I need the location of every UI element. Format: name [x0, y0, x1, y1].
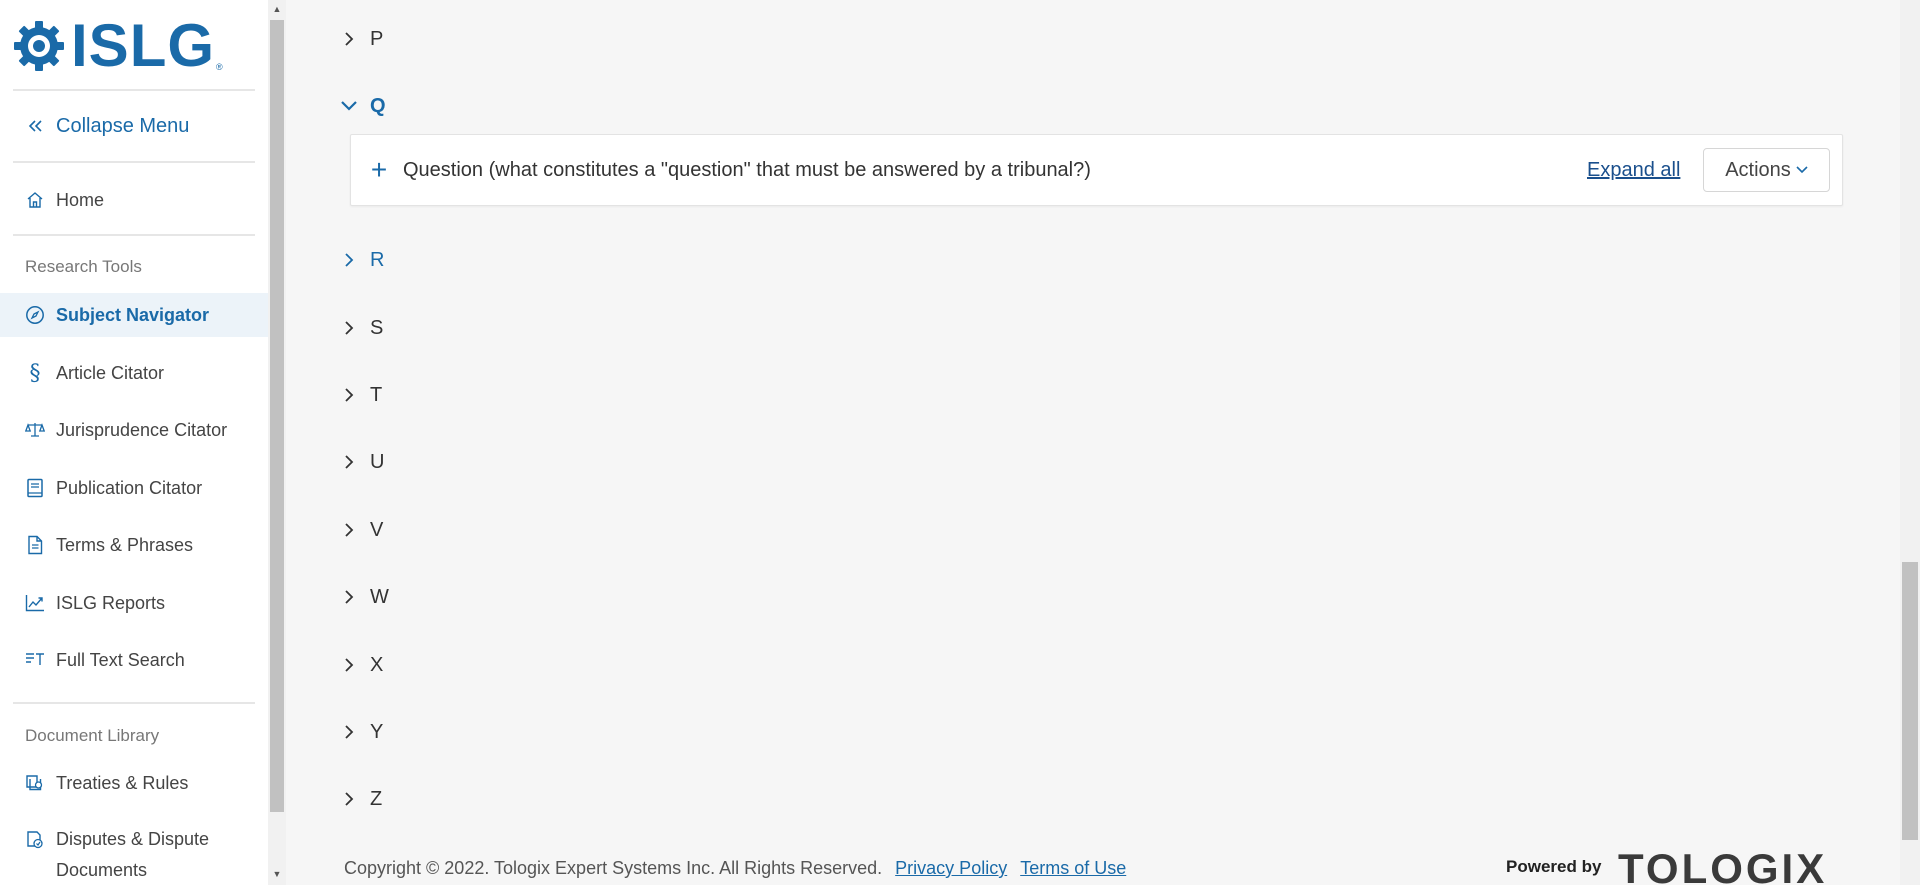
chevron-right-icon: [340, 251, 358, 269]
letter-row-w[interactable]: W: [340, 582, 389, 612]
footer: Copyright © 2022. Tologix Expert Systems…: [344, 858, 1126, 879]
tologix-logo[interactable]: TOLOGIX: [1618, 848, 1827, 885]
sidebar-item-terms-phrases[interactable]: Terms & Phrases: [0, 523, 268, 567]
letter-label: S: [370, 316, 384, 339]
sidebar-item-label: Article Citator: [56, 362, 165, 383]
letter-row-u[interactable]: U: [340, 447, 384, 477]
disputes-label-line-2: Documents: [56, 860, 148, 880]
brand-reg-mark: ®: [216, 62, 223, 72]
actions-label: Actions: [1725, 158, 1791, 181]
compass-icon: [25, 305, 45, 325]
scales-icon: [25, 420, 45, 440]
chevron-right-icon: [340, 30, 358, 48]
double-chevron-left-icon: [25, 116, 45, 136]
letter-label: X: [370, 653, 384, 676]
terms-of-use-link[interactable]: Terms of Use: [1020, 858, 1126, 879]
chevron-right-icon: [340, 386, 358, 404]
home-icon: [25, 190, 45, 210]
sidebar-scrollbar[interactable]: ▲ ▼: [268, 0, 286, 885]
tologix-wordmark: TOLOGIX: [1618, 845, 1828, 885]
letter-label: Q: [370, 94, 386, 117]
letter-row-t[interactable]: T: [340, 380, 382, 410]
divider: [13, 234, 255, 236]
letter-label: V: [370, 518, 384, 541]
powered-by-label: Powered by: [1506, 857, 1602, 876]
sidebar-item-label: Publication Citator: [56, 477, 203, 498]
actions-dropdown-button[interactable]: Actions: [1703, 148, 1830, 192]
letter-row-q[interactable]: Q: [340, 91, 386, 121]
letter-row-y[interactable]: Y: [340, 717, 383, 747]
chart-line-icon: [25, 593, 45, 613]
letter-label: P: [370, 27, 384, 50]
expand-all-link[interactable]: Expand all: [1587, 159, 1680, 182]
disputes-icon: [25, 830, 45, 850]
sidebar-scroll-thumb[interactable]: [270, 20, 284, 812]
chevron-down-icon: [1796, 166, 1808, 174]
sidebar-item-publication-citator[interactable]: Publication Citator: [0, 466, 268, 510]
letter-label: U: [370, 450, 385, 473]
letter-row-s[interactable]: S: [340, 313, 383, 343]
page-scroll-thumb[interactable]: [1902, 562, 1918, 840]
chevron-right-icon: [340, 723, 358, 741]
document-library-heading: Document Library: [25, 726, 160, 745]
chevron-right-icon: [340, 319, 358, 337]
chevron-right-icon: [340, 588, 358, 606]
scroll-down-arrow-icon[interactable]: ▼: [268, 869, 286, 879]
page-scrollbar[interactable]: [1900, 0, 1920, 885]
sidebar-item-label: Home: [56, 189, 105, 210]
sidebar-item-label: ISLG Reports: [56, 592, 166, 613]
gear-logo-icon: [14, 21, 64, 71]
sidebar-item-label: Full Text Search: [56, 649, 185, 670]
chevron-right-icon: [340, 790, 358, 808]
q-entry-card: + Question (what constitutes a "question…: [350, 134, 1843, 206]
sidebar-item-full-text-search[interactable]: Full Text Search: [0, 638, 268, 682]
q-entry-text[interactable]: Question (what constitutes a "question" …: [403, 159, 1091, 182]
letter-label: R: [370, 248, 385, 271]
privacy-policy-link[interactable]: Privacy Policy: [895, 858, 1007, 879]
sidebar-item-label: Jurisprudence Citator: [56, 419, 228, 440]
chevron-right-icon: [340, 453, 358, 471]
divider: [13, 702, 255, 704]
research-tools-heading: Research Tools: [25, 257, 142, 276]
letter-label: Z: [370, 787, 383, 810]
sidebar-item-article-citator[interactable]: § Article Citator: [0, 351, 268, 395]
letter-row-x[interactable]: X: [340, 650, 383, 680]
sidebar-item-disputes[interactable]: Disputes & Dispute Documents: [0, 818, 268, 880]
chevron-right-icon: [340, 656, 358, 674]
letter-label: T: [370, 383, 383, 406]
sidebar-item-treaties-rules[interactable]: Treaties & Rules: [0, 761, 268, 805]
sidebar: ISLG ® Collapse Menu Home Research Tools…: [0, 0, 268, 885]
collapse-menu-label: Collapse Menu: [56, 114, 190, 137]
sidebar-item-jurisprudence-citator[interactable]: Jurisprudence Citator: [0, 408, 268, 452]
letter-row-p[interactable]: P: [340, 24, 383, 54]
divider: [13, 89, 255, 91]
islg-logo[interactable]: ISLG ®: [13, 12, 223, 79]
letter-row-r[interactable]: R: [340, 245, 384, 275]
expand-plus-icon[interactable]: +: [369, 156, 389, 184]
book-icon: [25, 478, 45, 498]
letter-row-v[interactable]: V: [340, 515, 383, 545]
letter-label: Y: [370, 720, 384, 743]
collapse-menu-button[interactable]: Collapse Menu: [0, 104, 268, 148]
copyright-text: Copyright © 2022. Tologix Expert Systems…: [344, 858, 883, 878]
sidebar-item-home[interactable]: Home: [0, 178, 268, 222]
sidebar-item-label: Disputes & Dispute Documents: [56, 824, 209, 885]
section-icon: §: [29, 360, 41, 386]
chevron-right-icon: [340, 521, 358, 539]
sidebar-item-subject-navigator[interactable]: Subject Navigator: [0, 293, 268, 337]
document-icon: [25, 535, 45, 555]
divider: [13, 161, 255, 163]
letter-label: W: [370, 585, 389, 608]
sidebar-item-islg-reports[interactable]: ISLG Reports: [0, 581, 268, 625]
sidebar-item-label: Subject Navigator: [56, 304, 210, 325]
treaties-icon: [25, 773, 45, 793]
sidebar-item-label: Terms & Phrases: [56, 534, 194, 555]
letter-row-z[interactable]: Z: [340, 784, 382, 814]
text-search-icon: [25, 650, 45, 670]
chevron-down-icon: [340, 97, 358, 115]
scroll-up-arrow-icon[interactable]: ▲: [268, 4, 286, 14]
sidebar-item-label: Treaties & Rules: [56, 772, 189, 793]
disputes-label-line-1: Disputes & Dispute: [56, 829, 210, 849]
brand-name: ISLG: [71, 12, 216, 79]
